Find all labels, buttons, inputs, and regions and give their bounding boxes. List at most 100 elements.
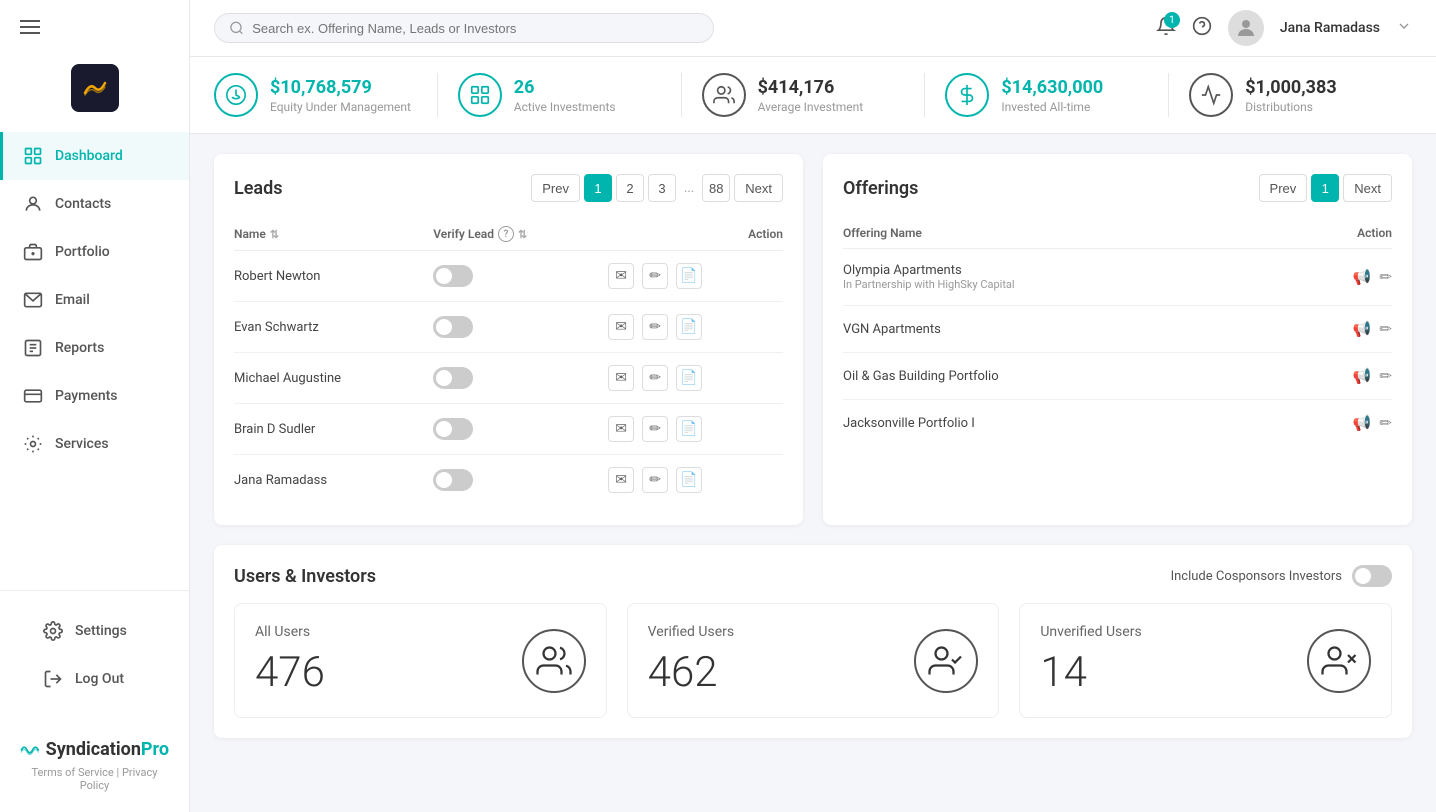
stat-distributions: $1,000,383 Distributions — [1169, 73, 1412, 117]
stat-invested-value: $14,630,000 — [1001, 77, 1103, 98]
sidebar-item-portfolio[interactable]: Portfolio — [0, 228, 189, 276]
document-icon[interactable]: 📄 — [676, 263, 702, 289]
offerings-page-1[interactable]: 1 — [1311, 174, 1339, 202]
edit-icon[interactable]: ✏ — [642, 467, 668, 493]
offering-name-3: Jacksonville Portfolio I — [843, 400, 1290, 447]
sidebar-item-contacts[interactable]: Contacts — [0, 180, 189, 228]
sidebar-item-reports[interactable]: Reports — [0, 324, 189, 372]
sidebar-label-services: Services — [55, 436, 109, 452]
document-icon[interactable]: 📄 — [676, 416, 702, 442]
edit-icon[interactable]: ✏ — [1379, 367, 1392, 385]
table-row: VGN Apartments 📢 ✏ — [843, 306, 1392, 353]
offerings-col-name: Offering Name — [843, 218, 1290, 249]
email-icon[interactable]: ✉ — [608, 365, 634, 391]
leads-next-button[interactable]: Next — [734, 174, 783, 202]
email-icon[interactable]: ✉ — [608, 467, 634, 493]
megaphone-icon[interactable]: 📢 — [1353, 367, 1372, 385]
document-icon[interactable]: 📄 — [676, 365, 702, 391]
search-input[interactable] — [252, 21, 699, 36]
stat-invested-label: Invested All-time — [1001, 100, 1103, 114]
leads-title: Leads — [234, 178, 282, 199]
stat-investments-label: Active Investments — [514, 100, 616, 114]
stat-investments-icon — [458, 73, 502, 117]
help-icon — [1192, 16, 1212, 36]
include-cosponsors-label: Include Cosponsors Investors — [1171, 569, 1342, 584]
offerings-next-button[interactable]: Next — [1343, 174, 1392, 202]
leads-prev-button[interactable]: Prev — [531, 174, 580, 202]
offerings-panel-header: Offerings Prev 1 Next — [843, 174, 1392, 202]
lead-actions-3: ✉ ✏ 📄 — [608, 404, 783, 455]
main-panels: Leads Prev 1 2 3 ... 88 Next — [190, 134, 1436, 758]
sidebar-item-services[interactable]: Services — [0, 420, 189, 468]
sidebar-item-payments[interactable]: Payments — [0, 372, 189, 420]
megaphone-icon[interactable]: 📢 — [1353, 414, 1372, 432]
all-users-card: All Users 476 — [234, 603, 607, 718]
table-row: Brain D Sudler ✉ ✏ 📄 — [234, 404, 783, 455]
leads-page-2[interactable]: 2 — [616, 174, 644, 202]
megaphone-icon[interactable]: 📢 — [1353, 320, 1372, 338]
offerings-panel: Offerings Prev 1 Next Offering Name Acti… — [823, 154, 1412, 525]
terms-link[interactable]: Terms of Service — [32, 766, 114, 779]
sidebar-item-dashboard[interactable]: Dashboard — [0, 132, 189, 180]
sidebar-logo — [0, 54, 189, 132]
edit-icon[interactable]: ✏ — [1379, 320, 1392, 338]
lead-toggle-2[interactable] — [433, 353, 608, 404]
all-users-value: 476 — [255, 648, 325, 697]
verify-help-icon[interactable]: ? — [498, 226, 514, 242]
lead-actions-1: ✉ ✏ 📄 — [608, 302, 783, 353]
stat-invested: $14,630,000 Invested All-time — [925, 73, 1169, 117]
sidebar-label-contacts: Contacts — [55, 196, 111, 212]
edit-icon[interactable]: ✏ — [642, 314, 668, 340]
hamburger-button[interactable] — [0, 0, 189, 54]
lead-name-4: Jana Ramadass — [234, 455, 433, 506]
users-header: Users & Investors Include Cosponsors Inv… — [234, 565, 1392, 587]
unverified-users-label: Unverified Users — [1040, 624, 1141, 640]
edit-icon[interactable]: ✏ — [1379, 268, 1392, 286]
stat-investments-value: 26 — [514, 77, 616, 98]
document-icon[interactable]: 📄 — [676, 467, 702, 493]
sidebar-label-portfolio: Portfolio — [55, 244, 110, 260]
email-icon[interactable]: ✉ — [608, 314, 634, 340]
unverified-users-card: Unverified Users 14 — [1019, 603, 1392, 718]
lead-toggle-3[interactable] — [433, 404, 608, 455]
stat-equity-value: $10,768,579 — [270, 77, 411, 98]
leads-page-88[interactable]: 88 — [702, 174, 730, 202]
offering-name-2: Oil & Gas Building Portfolio — [843, 353, 1290, 400]
stat-distributions-icon — [1189, 73, 1233, 117]
sidebar-nav: Dashboard Contacts Portfolio Email Repor… — [0, 132, 189, 590]
stat-average-icon — [702, 73, 746, 117]
search-bar[interactable] — [214, 13, 714, 43]
document-icon[interactable]: 📄 — [676, 314, 702, 340]
stats-bar: $10,768,579 Equity Under Management 26 A… — [190, 57, 1436, 134]
edit-icon[interactable]: ✏ — [642, 416, 668, 442]
cosponsors-toggle-switch[interactable] — [1352, 565, 1392, 587]
email-icon[interactable]: ✉ — [608, 416, 634, 442]
sidebar-label-email: Email — [55, 292, 90, 308]
email-icon[interactable]: ✉ — [608, 263, 634, 289]
sidebar-item-email[interactable]: Email — [0, 276, 189, 324]
edit-icon[interactable]: ✏ — [1379, 414, 1392, 432]
sidebar-item-settings[interactable]: Settings — [20, 607, 169, 655]
lead-toggle-0[interactable] — [433, 251, 608, 302]
leads-page-3[interactable]: 3 — [648, 174, 676, 202]
sidebar-label-dashboard: Dashboard — [55, 148, 123, 164]
notification-button[interactable]: 1 — [1156, 16, 1176, 40]
lead-toggle-4[interactable] — [433, 455, 608, 506]
users-title: Users & Investors — [234, 566, 376, 587]
leads-col-name: Name ⇅ — [234, 218, 433, 251]
sidebar: Dashboard Contacts Portfolio Email Repor… — [0, 0, 190, 812]
edit-icon[interactable]: ✏ — [642, 365, 668, 391]
user-menu-button[interactable] — [1396, 18, 1412, 38]
help-button[interactable] — [1192, 16, 1212, 40]
main-content: 1 Jana Ramadass $10,768,579 Equity Under… — [190, 0, 1436, 812]
offerings-prev-button[interactable]: Prev — [1259, 174, 1308, 202]
sidebar-item-logout[interactable]: Log Out — [20, 655, 169, 703]
lead-actions-4: ✉ ✏ 📄 — [608, 455, 783, 506]
search-icon — [229, 20, 244, 36]
lead-toggle-1[interactable] — [433, 302, 608, 353]
edit-icon[interactable]: ✏ — [642, 263, 668, 289]
leads-page-1[interactable]: 1 — [584, 174, 612, 202]
sidebar-footer: SyndicationPro Terms of Service | Privac… — [0, 719, 189, 812]
lead-name-3: Brain D Sudler — [234, 404, 433, 455]
megaphone-icon[interactable]: 📢 — [1353, 268, 1372, 286]
